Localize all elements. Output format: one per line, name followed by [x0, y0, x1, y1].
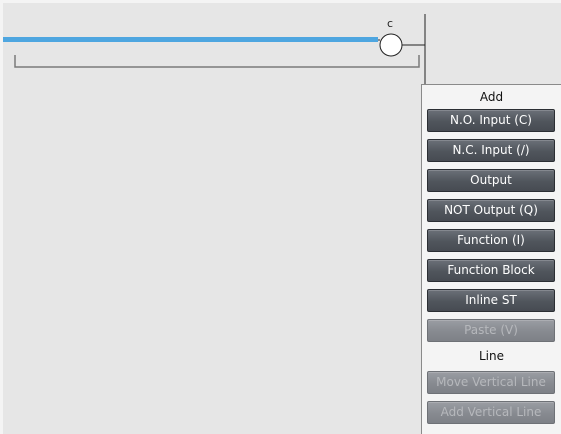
move-vertical-line-button[interactable]: Move Vertical Line: [427, 371, 555, 394]
rung-branch-outline: [14, 55, 420, 68]
not-output-button[interactable]: NOT Output (Q): [427, 199, 555, 222]
function-button[interactable]: Function (I): [427, 229, 555, 252]
add-menu-panel: Add N.O. Input (C) N.C. Input (/) Output…: [421, 84, 561, 434]
ladder-editor-canvas[interactable]: c Add N.O. Input (C) N.C. Input (/) Outp…: [0, 0, 561, 434]
nc-input-button[interactable]: N.C. Input (/): [427, 139, 555, 162]
selected-rung-wire[interactable]: [3, 37, 378, 42]
paste-button[interactable]: Paste (V): [427, 319, 555, 342]
add-section-label: Add: [479, 90, 504, 104]
output-button[interactable]: Output: [427, 169, 555, 192]
output-coil[interactable]: [379, 33, 403, 57]
function-block-button[interactable]: Function Block: [427, 259, 555, 282]
no-input-button[interactable]: N.O. Input (C): [427, 109, 555, 132]
line-section-label: Line: [478, 349, 504, 363]
inline-st-button[interactable]: Inline ST: [427, 289, 555, 312]
coil-variable-label: c: [387, 17, 393, 30]
add-vertical-line-button[interactable]: Add Vertical Line: [427, 401, 555, 424]
